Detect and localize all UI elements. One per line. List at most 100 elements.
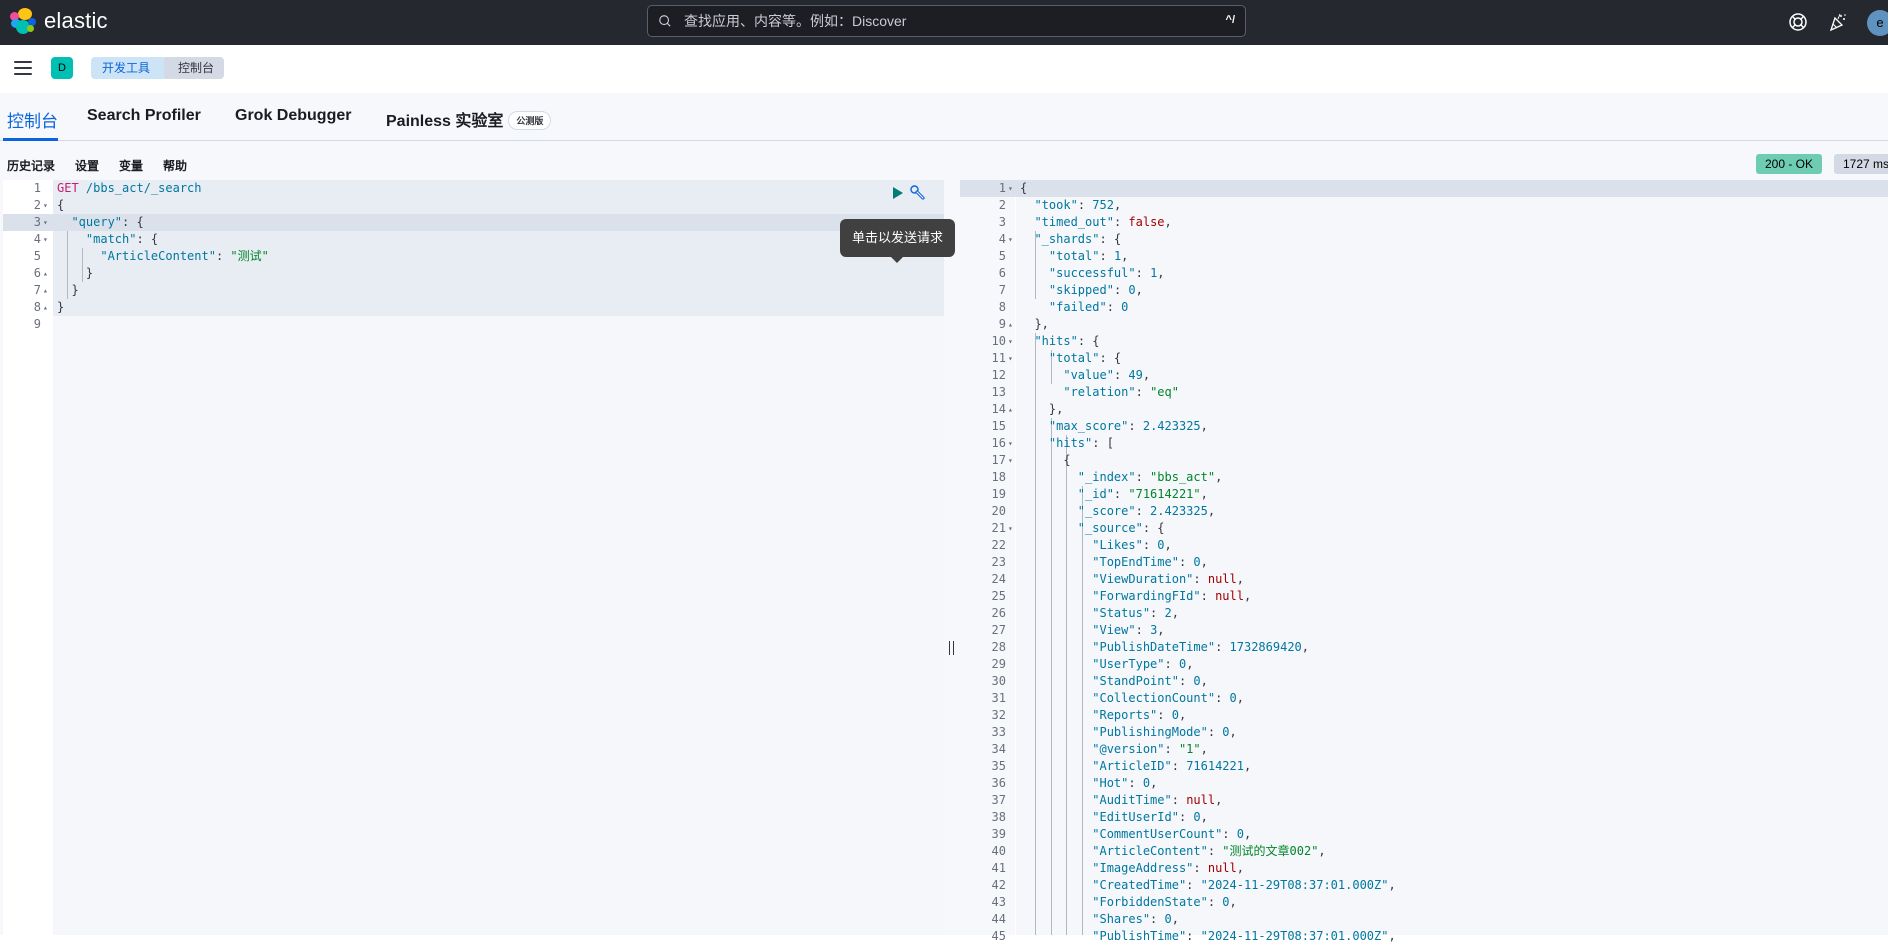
fold-collapse-icon[interactable]: ▾	[1008, 520, 1013, 537]
code-line[interactable]: 11 ▾ "total": {	[960, 350, 1888, 367]
elastic-logo[interactable]: elastic	[10, 8, 108, 34]
help-button[interactable]: 帮助	[163, 157, 187, 174]
editor-resize-handle[interactable]	[944, 180, 958, 935]
code-line[interactable]: 24 "ViewDuration": null,	[960, 571, 1888, 588]
code-line[interactable]: 21 ▾ "_source": {	[960, 520, 1888, 537]
code-line[interactable]: 30 "StandPoint": 0,	[960, 673, 1888, 690]
fold-collapse-icon[interactable]: ▾	[43, 231, 48, 248]
code-line[interactable]: 7 "skipped": 0,	[960, 282, 1888, 299]
global-search-input[interactable]: 查找应用、内容等。例如：Discover ^/	[647, 5, 1246, 37]
tab-grok-debugger[interactable]: Grok Debugger	[235, 107, 351, 125]
variables-button[interactable]: 变量	[119, 157, 143, 174]
code-line[interactable]: 9 ▴ },	[960, 316, 1888, 333]
code-line[interactable]: 12 "value": 49,	[960, 367, 1888, 384]
code-line[interactable]: 1 GET /bbs_act/_search	[3, 180, 944, 197]
code-line[interactable]: 2 "took": 752,	[960, 197, 1888, 214]
code-line[interactable]: 6 "successful": 1,	[960, 265, 1888, 282]
code-line[interactable]: 32 "Reports": 0,	[960, 707, 1888, 724]
fold-collapse-icon[interactable]: ▾	[1008, 452, 1013, 469]
fold-expand-icon[interactable]: ▴	[1008, 316, 1013, 333]
code-line[interactable]: 4 ▾ "_shards": {	[960, 231, 1888, 248]
tab-console[interactable]: 控制台	[7, 107, 58, 132]
fold-expand-icon[interactable]: ▴	[43, 299, 48, 316]
news-feed-icon[interactable]	[1827, 11, 1849, 33]
code-line[interactable]: 38 "EditUserId": 0,	[960, 809, 1888, 826]
line-number: 4	[998, 232, 1006, 246]
fold-expand-icon[interactable]: ▴	[43, 282, 48, 299]
code-line[interactable]: 45 "PublishTime": "2024-11-29T08:37:01.0…	[960, 928, 1888, 945]
code-line[interactable]: 7 ▴ }	[3, 282, 944, 299]
code-line[interactable]: 2 ▾ {	[3, 197, 944, 214]
code-line[interactable]: 3 "timed_out": false,	[960, 214, 1888, 231]
code-line[interactable]: 42 "CreatedTime": "2024-11-29T08:37:01.0…	[960, 877, 1888, 894]
request-editor[interactable]: 1 GET /bbs_act/_search 2 ▾{3 ▾ "query": {4 ▾ …	[3, 180, 944, 935]
settings-button[interactable]: 设置	[75, 157, 99, 174]
wrench-icon[interactable]	[909, 184, 927, 202]
code-line[interactable]: 36 "Hot": 0,	[960, 775, 1888, 792]
code-line[interactable]: 13 "relation": "eq"	[960, 384, 1888, 401]
code-line[interactable]: 43 "ForbiddenState": 0,	[960, 894, 1888, 911]
space-avatar[interactable]: D	[51, 57, 73, 79]
code-line[interactable]: 14 ▴ },	[960, 401, 1888, 418]
code-text: "max_score": 2.423325,	[1048, 419, 1208, 433]
code-line[interactable]: 8 ▴}	[3, 299, 944, 316]
line-number: 21	[991, 521, 1006, 535]
help-icon[interactable]	[1787, 11, 1809, 33]
fold-expand-icon[interactable]: ▴	[43, 265, 48, 282]
response-editor[interactable]: 1 ▾{2 "took": 752, 3 "timed_out": false, 4 ▾…	[958, 180, 1888, 943]
code-line[interactable]: 19 "_id": "71614221",	[960, 486, 1888, 503]
code-line[interactable]: 31 "CollectionCount": 0,	[960, 690, 1888, 707]
code-line[interactable]: 3 ▾ "query": {	[3, 214, 944, 231]
hamburger-menu-icon[interactable]	[14, 61, 32, 75]
code-line[interactable]: 35 "ArticleID": 71614221,	[960, 758, 1888, 775]
fold-collapse-icon[interactable]: ▾	[1008, 333, 1013, 350]
code-line[interactable]: 5 "ArticleContent": "测试"	[3, 248, 944, 265]
fold-collapse-icon[interactable]: ▾	[43, 197, 48, 214]
code-line[interactable]: 33 "PublishingMode": 0,	[960, 724, 1888, 741]
breadcrumb-dev-tools[interactable]: 开发工具	[91, 57, 172, 79]
code-line[interactable]: 17 ▾ {	[960, 452, 1888, 469]
code-line[interactable]: 16 ▾ "hits": [	[960, 435, 1888, 452]
fold-collapse-icon[interactable]: ▾	[1008, 180, 1013, 197]
code-line[interactable]: 6 ▴ }	[3, 265, 944, 282]
code-text: "@version": "1",	[1092, 742, 1208, 756]
line-number: 37	[991, 793, 1006, 807]
code-line[interactable]: 40 "ArticleContent": "测试的文章002",	[960, 843, 1888, 860]
code-line[interactable]: 15 "max_score": 2.423325,	[960, 418, 1888, 435]
code-line[interactable]: 39 "CommentUserCount": 0,	[960, 826, 1888, 843]
code-line[interactable]: 37 "AuditTime": null,	[960, 792, 1888, 809]
fold-collapse-icon[interactable]: ▾	[43, 214, 48, 231]
code-line[interactable]: 10 ▾ "hits": {	[960, 333, 1888, 350]
code-line[interactable]: 1 ▾ {	[960, 180, 1888, 197]
code-line[interactable]: 27 "View": 3,	[960, 622, 1888, 639]
tab-painless-lab[interactable]: Painless 实验室 公测版	[386, 107, 552, 131]
code-text: "ForbiddenState": 0,	[1092, 895, 1237, 909]
user-avatar[interactable]: e	[1867, 10, 1888, 36]
code-line[interactable]: 44 "Shares": 0,	[960, 911, 1888, 928]
fold-collapse-icon[interactable]: ▾	[1008, 435, 1013, 452]
status-badge: 200 - OK	[1756, 154, 1823, 174]
send-request-play-icon[interactable]	[892, 187, 904, 199]
code-line[interactable]: 22 "Likes": 0,	[960, 537, 1888, 554]
history-button[interactable]: 历史记录	[7, 157, 55, 174]
tab-search-profiler[interactable]: Search Profiler	[87, 107, 201, 125]
code-line[interactable]: 41 "ImageAddress": null,	[960, 860, 1888, 877]
code-line[interactable]: 28 "PublishDateTime": 1732869420,	[960, 639, 1888, 656]
code-line[interactable]: 5 "total": 1,	[960, 248, 1888, 265]
code-text: "total": 1,	[1048, 249, 1129, 263]
code-line[interactable]: 26 "Status": 2,	[960, 605, 1888, 622]
code-line[interactable]: 9	[3, 316, 944, 333]
fold-expand-icon[interactable]: ▴	[1008, 401, 1013, 418]
code-line[interactable]: 29 "UserType": 0,	[960, 656, 1888, 673]
fold-collapse-icon[interactable]: ▾	[1008, 350, 1013, 367]
code-line[interactable]: 4 ▾ "match": {	[3, 231, 944, 248]
code-line[interactable]: 20 "_score": 2.423325,	[960, 503, 1888, 520]
code-line[interactable]: 25 "ForwardingFId": null,	[960, 588, 1888, 605]
active-tab-indicator	[3, 138, 58, 141]
line-number: 16	[991, 436, 1006, 450]
code-line[interactable]: 34 "@version": "1",	[960, 741, 1888, 758]
code-line[interactable]: 23 "TopEndTime": 0,	[960, 554, 1888, 571]
code-line[interactable]: 18 "_index": "bbs_act",	[960, 469, 1888, 486]
code-line[interactable]: 8 "failed": 0	[960, 299, 1888, 316]
fold-collapse-icon[interactable]: ▾	[1008, 231, 1013, 248]
